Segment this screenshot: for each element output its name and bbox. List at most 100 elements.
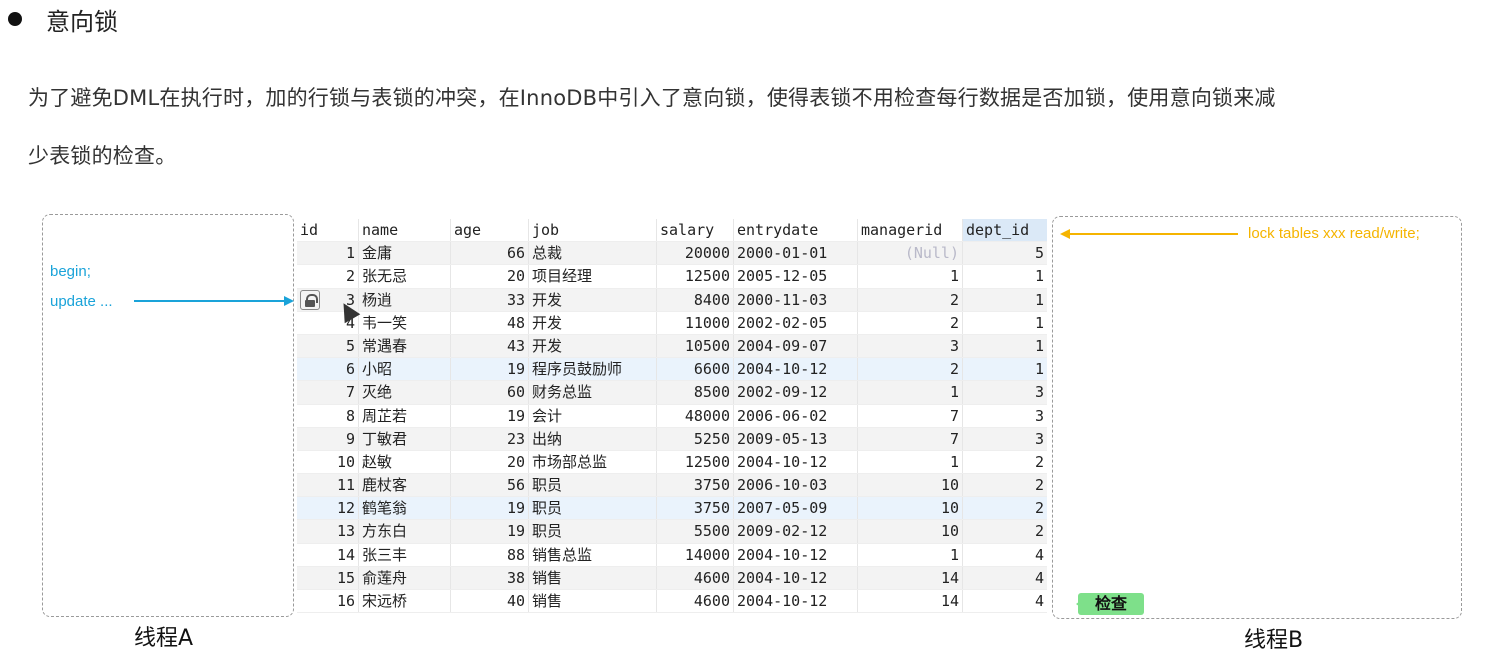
cell-id[interactable]: 10 bbox=[297, 450, 359, 474]
cell-salary[interactable]: 20000 bbox=[657, 242, 734, 265]
cell-dept-id[interactable]: 5 bbox=[963, 242, 1047, 264]
table-row[interactable]: 2 张无忌 20 项目经理 12500 2005-12-05 1 1 bbox=[297, 265, 1047, 289]
cell-age[interactable]: 19 bbox=[451, 497, 529, 520]
cell-name[interactable]: 张无忌 bbox=[359, 265, 451, 288]
cell-managerid[interactable]: 10 bbox=[858, 520, 963, 543]
cell-dept-id[interactable]: 3 bbox=[963, 405, 1047, 427]
cell-id[interactable]: 14 bbox=[297, 543, 359, 566]
cell-name[interactable]: 方东白 bbox=[359, 520, 451, 543]
column-header-managerid[interactable]: managerid bbox=[858, 219, 963, 242]
cell-age[interactable]: 33 bbox=[451, 288, 529, 311]
cell-managerid[interactable]: 2 bbox=[858, 358, 963, 381]
cell-salary[interactable]: 14000 bbox=[657, 543, 734, 566]
cell-name[interactable]: 韦一笑 bbox=[359, 311, 451, 334]
cell-name[interactable]: 小昭 bbox=[359, 358, 451, 381]
cell-name[interactable]: 赵敏 bbox=[359, 450, 451, 474]
cell-entrydate[interactable]: 2002-02-05 bbox=[734, 311, 858, 334]
cell-managerid[interactable]: 3 bbox=[858, 334, 963, 358]
cell-age[interactable]: 56 bbox=[451, 474, 529, 497]
cell-managerid[interactable]: 1 bbox=[858, 265, 963, 288]
cell-id[interactable]: 15 bbox=[297, 566, 359, 589]
cell-id[interactable]: 9 bbox=[297, 427, 359, 450]
cell-id[interactable]: 8 bbox=[297, 404, 359, 427]
cell-entrydate[interactable]: 2004-10-12 bbox=[734, 566, 858, 589]
cell-name[interactable]: 宋远桥 bbox=[359, 590, 451, 613]
cell-salary[interactable]: 48000 bbox=[657, 404, 734, 427]
table-row[interactable]: 6 小昭 19 程序员鼓励师 6600 2004-10-12 2 1 bbox=[297, 358, 1047, 382]
cell-dept-id[interactable]: 2 bbox=[963, 497, 1047, 519]
cell-id[interactable]: 11 bbox=[297, 474, 359, 497]
cell-managerid[interactable]: 2 bbox=[858, 311, 963, 334]
column-header-id[interactable]: id bbox=[297, 219, 359, 242]
table-row[interactable]: 10 赵敏 20 市场部总监 12500 2004-10-12 1 2 bbox=[297, 450, 1047, 475]
cell-entrydate[interactable]: 2004-10-12 bbox=[734, 543, 858, 566]
cell-entrydate[interactable]: 2006-06-02 bbox=[734, 404, 858, 427]
cell-id[interactable]: 5 bbox=[297, 334, 359, 358]
cell-age[interactable]: 60 bbox=[451, 381, 529, 404]
column-header-name[interactable]: name bbox=[359, 219, 451, 242]
cell-salary[interactable]: 4600 bbox=[657, 590, 734, 613]
cell-job[interactable]: 开发 bbox=[529, 334, 657, 358]
cell-job[interactable]: 职员 bbox=[529, 520, 657, 543]
cell-salary[interactable]: 3750 bbox=[657, 474, 734, 497]
cell-managerid[interactable]: 1 bbox=[858, 450, 963, 474]
cell-job[interactable]: 销售 bbox=[529, 590, 657, 613]
cell-managerid[interactable]: 2 bbox=[858, 288, 963, 311]
cell-id[interactable]: 7 bbox=[297, 381, 359, 404]
cell-dept-id[interactable]: 3 bbox=[963, 428, 1047, 450]
cell-salary[interactable]: 8400 bbox=[657, 288, 734, 311]
table-row[interactable]: 7 灭绝 60 财务总监 8500 2002-09-12 1 3 bbox=[297, 381, 1047, 405]
cell-id[interactable]: 2 bbox=[297, 265, 359, 288]
cell-job[interactable]: 市场部总监 bbox=[529, 450, 657, 474]
cell-entrydate[interactable]: 2007-05-09 bbox=[734, 497, 858, 520]
table-row[interactable]: 8 周芷若 19 会计 48000 2006-06-02 7 3 bbox=[297, 404, 1047, 428]
cell-name[interactable]: 鹿杖客 bbox=[359, 474, 451, 497]
cell-name[interactable]: 金庸 bbox=[359, 242, 451, 265]
cell-job[interactable]: 开发 bbox=[529, 288, 657, 311]
cell-entrydate[interactable]: 2009-05-13 bbox=[734, 427, 858, 450]
cell-dept-id[interactable]: 4 bbox=[963, 567, 1047, 589]
cell-job[interactable]: 职员 bbox=[529, 474, 657, 497]
cell-dept-id[interactable]: 2 bbox=[963, 474, 1047, 496]
cell-managerid[interactable]: 14 bbox=[858, 566, 963, 589]
cell-job[interactable]: 出纳 bbox=[529, 427, 657, 450]
cell-name[interactable]: 俞莲舟 bbox=[359, 566, 451, 589]
cell-dept-id[interactable]: 4 bbox=[963, 544, 1047, 566]
cell-entrydate[interactable]: 2004-10-12 bbox=[734, 590, 858, 613]
cell-job[interactable]: 财务总监 bbox=[529, 381, 657, 404]
cell-age[interactable]: 19 bbox=[451, 358, 529, 381]
cell-salary[interactable]: 5250 bbox=[657, 427, 734, 450]
cell-id[interactable]: 13 bbox=[297, 520, 359, 543]
cell-name[interactable]: 灭绝 bbox=[359, 381, 451, 404]
cell-job[interactable]: 职员 bbox=[529, 497, 657, 520]
cell-id[interactable]: 6 bbox=[297, 358, 359, 381]
cell-job[interactable]: 销售总监 bbox=[529, 543, 657, 566]
cell-dept-id[interactable]: 2 bbox=[963, 451, 1047, 473]
cell-job[interactable]: 程序员鼓励师 bbox=[529, 358, 657, 381]
cell-id[interactable]: 1 bbox=[297, 242, 359, 265]
cell-dept-id[interactable]: 3 bbox=[963, 381, 1047, 403]
cell-entrydate[interactable]: 2004-10-12 bbox=[734, 450, 858, 474]
cell-managerid[interactable]: 14 bbox=[858, 590, 963, 613]
cell-salary[interactable]: 3750 bbox=[657, 497, 734, 520]
cell-entrydate[interactable]: 2009-02-12 bbox=[734, 520, 858, 543]
column-header-salary[interactable]: salary bbox=[657, 219, 734, 242]
cell-managerid[interactable]: 7 bbox=[858, 404, 963, 427]
table-row[interactable]: 3 杨逍 33 开发 8400 2000-11-03 2 1 bbox=[297, 288, 1047, 312]
column-header-age[interactable]: age bbox=[451, 219, 529, 242]
cell-dept-id[interactable]: 1 bbox=[963, 289, 1047, 311]
cell-dept-id[interactable]: 1 bbox=[963, 335, 1047, 357]
column-header-job[interactable]: job bbox=[529, 219, 657, 242]
table-row[interactable]: 12 鹤笔翁 19 职员 3750 2007-05-09 10 2 bbox=[297, 497, 1047, 521]
cell-age[interactable]: 40 bbox=[451, 590, 529, 613]
cell-dept-id[interactable]: 1 bbox=[963, 312, 1047, 334]
cell-salary[interactable]: 10500 bbox=[657, 334, 734, 358]
cell-salary[interactable]: 8500 bbox=[657, 381, 734, 404]
cell-dept-id[interactable]: 2 bbox=[963, 520, 1047, 542]
table-row[interactable]: 15 俞莲舟 38 销售 4600 2004-10-12 14 4 bbox=[297, 566, 1047, 590]
cell-name[interactable]: 周芷若 bbox=[359, 404, 451, 427]
cell-salary[interactable]: 6600 bbox=[657, 358, 734, 381]
cell-entrydate[interactable]: 2000-01-01 bbox=[734, 242, 858, 265]
cell-name[interactable]: 丁敏君 bbox=[359, 427, 451, 450]
cell-age[interactable]: 88 bbox=[451, 543, 529, 566]
